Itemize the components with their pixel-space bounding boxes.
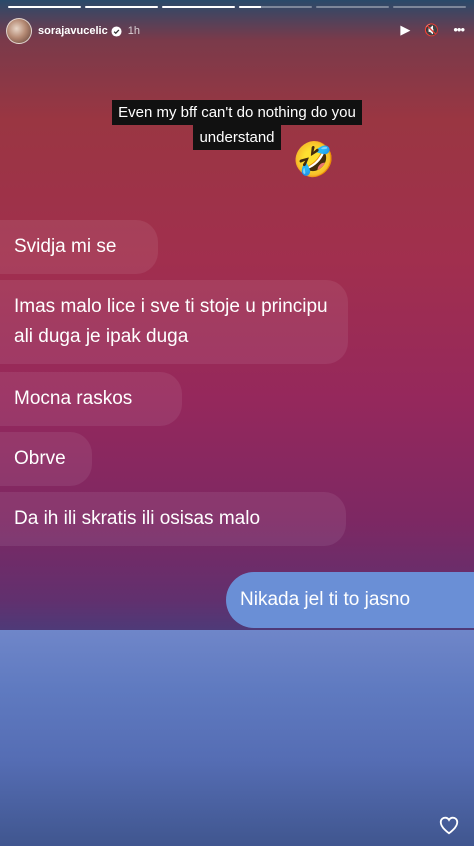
caption-line: understand: [193, 125, 281, 150]
like-heart-icon[interactable]: [438, 814, 460, 836]
progress-segment: [239, 6, 312, 8]
avatar[interactable]: [6, 18, 32, 44]
post-time: 1h: [127, 25, 140, 37]
mute-icon[interactable]: 🔇: [424, 22, 439, 38]
play-icon[interactable]: ▶: [400, 22, 410, 38]
story-header: sorajavucelic 1h ▶ 🔇 •••: [6, 16, 465, 46]
progress-segment: [162, 6, 235, 8]
progress-segment: [8, 6, 81, 8]
received-message: Imas malo lice i sve ti stoje u principu…: [0, 280, 348, 364]
background-lower: [0, 630, 474, 846]
story-caption: Even my bff can't do nothing do you unde…: [0, 100, 474, 150]
laughing-emoji-icon: 🤣: [292, 141, 336, 179]
story-controls: ▶ 🔇 •••: [400, 22, 465, 38]
verified-badge-icon: [111, 25, 122, 37]
received-message: Svidja mi se: [0, 220, 158, 274]
story-progress: [8, 6, 466, 8]
progress-segment: [393, 6, 466, 8]
caption-line: Even my bff can't do nothing do you: [112, 100, 362, 125]
received-message: Mocna raskos: [0, 372, 182, 426]
progress-segment: [85, 6, 158, 8]
more-options-icon[interactable]: •••: [453, 22, 465, 38]
received-message: Obrve: [0, 432, 92, 486]
sent-message: Nikada jel ti to jasno: [226, 572, 474, 628]
received-message: Da ih ili skratis ili osisas malo: [0, 492, 346, 546]
username[interactable]: sorajavucelic: [38, 25, 108, 37]
story-viewer[interactable]: sorajavucelic 1h ▶ 🔇 ••• Even my bff can…: [0, 0, 474, 846]
progress-segment: [316, 6, 389, 8]
